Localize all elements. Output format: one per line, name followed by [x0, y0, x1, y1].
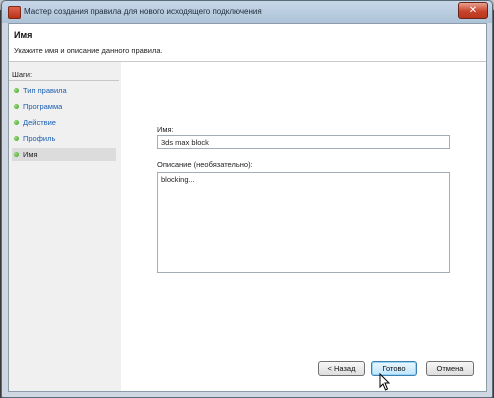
steps-title: Шаги:	[12, 70, 33, 79]
page-description: Укажите имя и описание данного правила.	[14, 46, 163, 55]
content-panel: Имя: 3ds max block Описание (необязатель…	[121, 62, 486, 391]
step-rule-type[interactable]: Тип правила	[12, 84, 116, 97]
steps-divider	[9, 80, 119, 81]
step-status-dot-icon	[14, 120, 19, 125]
step-status-dot-icon	[14, 104, 19, 109]
step-action[interactable]: Действие	[12, 116, 116, 129]
step-label: Действие	[23, 118, 56, 127]
title-bar[interactable]: Мастер создания правила для нового исход…	[2, 1, 492, 23]
step-label: Программа	[23, 102, 63, 111]
steps-panel: Шаги: Тип правила Программа Действие Про…	[9, 62, 119, 391]
step-label: Имя	[23, 150, 38, 159]
name-label: Имя:	[157, 125, 174, 134]
back-button[interactable]: < Назад	[318, 361, 365, 376]
wizard-window: Мастер создания правила для нового исход…	[1, 0, 493, 398]
step-label: Профиль	[23, 134, 56, 143]
close-button[interactable]: ✕	[458, 2, 488, 19]
window-title: Мастер создания правила для нового исход…	[24, 7, 262, 16]
step-status-dot-icon	[14, 88, 19, 93]
page-title: Имя	[14, 30, 33, 40]
step-profile[interactable]: Профиль	[12, 132, 116, 145]
step-status-dot-icon	[14, 152, 19, 157]
step-name-current[interactable]: Имя	[12, 148, 116, 161]
dialog-client-area: Имя Укажите имя и описание данного прави…	[8, 23, 487, 392]
step-program[interactable]: Программа	[12, 100, 116, 113]
firewall-app-icon	[8, 6, 21, 19]
finish-button[interactable]: Готово	[371, 361, 417, 376]
name-input[interactable]: 3ds max block	[157, 135, 450, 149]
step-label: Тип правила	[23, 86, 67, 95]
description-label: Описание (необязательно):	[157, 160, 253, 169]
description-textarea[interactable]: blocking...	[157, 172, 450, 273]
step-status-dot-icon	[14, 136, 19, 141]
cancel-button[interactable]: Отмена	[426, 361, 474, 376]
mouse-pointer-icon	[379, 373, 391, 391]
page-header: Имя Укажите имя и описание данного прави…	[9, 24, 486, 62]
